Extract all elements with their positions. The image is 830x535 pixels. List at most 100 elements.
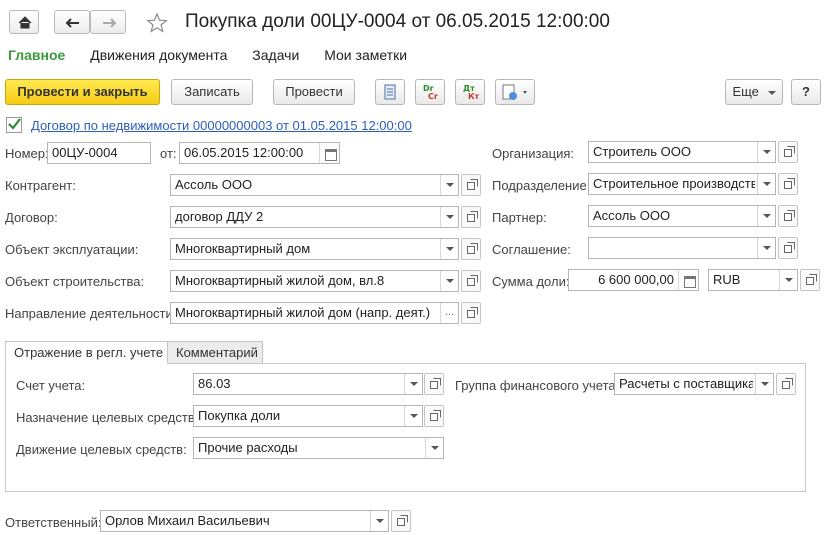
more-button-label: Еще [732, 84, 759, 99]
movement-field[interactable]: Прочие расходы [193, 437, 444, 459]
checkmark-icon [8, 118, 21, 130]
dropdown-arrow-icon[interactable] [440, 239, 458, 259]
dr-cr-button[interactable]: Dr Cr [415, 79, 445, 105]
create-based-on-button[interactable] [495, 79, 535, 105]
open-partner-icon[interactable] [778, 205, 798, 227]
open-fin-group-icon[interactable] [776, 373, 796, 395]
construction-object-label: Объект строительства: [5, 274, 145, 289]
open-operation-object-icon[interactable] [461, 238, 481, 260]
post-button[interactable]: Провести [273, 79, 355, 105]
dropdown-arrow-icon[interactable] [404, 374, 422, 394]
fin-group-label: Группа финансового учета: [455, 378, 620, 393]
back-button[interactable] [54, 10, 90, 34]
tab-main[interactable]: Главное [8, 47, 65, 63]
fin-group-field[interactable]: Расчеты с поставщиками [614, 373, 774, 395]
counterparty-label: Контрагент: [5, 178, 76, 193]
account-label: Счет учета: [16, 378, 86, 393]
dt-kt-button[interactable]: Дт Кт [455, 79, 485, 105]
dropdown-arrow-icon[interactable] [779, 270, 797, 290]
dropdown-arrow-icon[interactable] [425, 438, 443, 458]
help-button[interactable]: ? [791, 79, 821, 105]
calculator-icon[interactable] [678, 270, 698, 290]
report-button[interactable] [375, 79, 405, 105]
tab-tasks[interactable]: Задачи [252, 47, 299, 63]
responsible-field[interactable]: Орлов Михаил Васильевич [100, 510, 389, 532]
document-list-icon [384, 84, 396, 100]
forward-button[interactable] [90, 10, 126, 34]
open-organization-icon[interactable] [778, 141, 798, 163]
counterparty-field[interactable]: Ассоль ООО [170, 174, 459, 196]
open-contract-icon[interactable] [461, 206, 481, 228]
organization-field[interactable]: Строитель ООО [588, 141, 776, 163]
based-on-checkbox[interactable] [6, 117, 22, 133]
dropdown-arrow-icon[interactable] [440, 175, 458, 195]
star-icon[interactable] [146, 12, 168, 34]
activity-direction-field[interactable]: Многоквартирный жилой дом (напр. деят.) … [170, 302, 459, 324]
tab-my-notes[interactable]: Мои заметки [324, 47, 407, 63]
dropdown-arrow-icon[interactable] [755, 374, 773, 394]
amount-field[interactable]: 6 600 000,00 [568, 269, 699, 291]
partner-field[interactable]: Ассоль ООО [588, 205, 776, 227]
organization-label: Организация: [492, 146, 575, 161]
operation-object-label: Объект эксплуатации: [5, 242, 139, 257]
department-field[interactable]: Строительное производство [588, 173, 776, 195]
agreement-field[interactable] [588, 237, 776, 259]
dropdown-arrow-icon[interactable] [757, 174, 775, 194]
number-label: Номер: [5, 146, 49, 161]
post-and-close-button[interactable]: Провести и закрыть [5, 79, 160, 105]
svg-text:Cr: Cr [428, 92, 438, 101]
number-field[interactable]: 00ЦУ-0004 [47, 142, 151, 164]
select-dots-icon[interactable]: ... [440, 303, 458, 323]
document-create-icon [502, 84, 527, 100]
date-label: от: [160, 146, 177, 161]
open-department-icon[interactable] [778, 173, 798, 195]
home-button[interactable] [9, 10, 39, 34]
construction-object-field[interactable]: Многоквартирный жилой дом, вл.8 [170, 270, 459, 292]
dropdown-arrow-icon[interactable] [757, 206, 775, 226]
currency-field[interactable]: RUB [708, 269, 798, 291]
activity-direction-label: Направление деятельности: [5, 306, 177, 321]
dropdown-arrow-icon[interactable] [757, 238, 775, 258]
open-activity-direction-icon[interactable] [461, 302, 481, 324]
contract-field[interactable]: договор ДДУ 2 [170, 206, 459, 228]
tab-document-movements[interactable]: Движения документа [90, 47, 227, 63]
save-button[interactable]: Записать [171, 79, 253, 105]
dropdown-arrow-icon[interactable] [440, 271, 458, 291]
partner-label: Партнер: [492, 210, 547, 225]
tab-comment[interactable]: Комментарий [167, 341, 263, 364]
dropdown-arrow-icon[interactable] [757, 142, 775, 162]
open-agreement-icon[interactable] [778, 237, 798, 259]
open-counterparty-icon[interactable] [461, 174, 481, 196]
movement-label: Движение целевых средств: [16, 442, 187, 457]
open-purpose-icon[interactable] [424, 405, 444, 427]
amount-label: Сумма доли: [492, 274, 570, 289]
date-field[interactable]: 06.05.2015 12:00:00 [179, 142, 340, 164]
account-field[interactable]: 86.03 [193, 373, 423, 395]
responsible-label: Ответственный: [5, 515, 102, 530]
calendar-icon[interactable] [319, 143, 339, 163]
section-tabs: Главное Движения документа Задачи Мои за… [8, 47, 428, 63]
purpose-label: Назначение целевых средств: [16, 410, 199, 425]
arrow-right-icon [103, 18, 117, 28]
open-responsible-icon[interactable] [391, 510, 411, 532]
open-currency-icon[interactable] [800, 269, 820, 291]
dt-kt-icon: Дт Кт [463, 84, 480, 101]
arrow-left-icon [65, 18, 79, 28]
dropdown-arrow-icon[interactable] [440, 207, 458, 227]
tab-accounting-reflection[interactable]: Отражение в регл. учете [5, 341, 168, 364]
svg-text:Кт: Кт [468, 92, 480, 101]
operation-object-field[interactable]: Многоквартирный дом [170, 238, 459, 260]
open-construction-object-icon[interactable] [461, 270, 481, 292]
home-icon [18, 16, 32, 29]
dropdown-arrow-icon[interactable] [370, 511, 388, 531]
contract-label: Договор: [5, 210, 58, 225]
department-label: Подразделение: [492, 178, 591, 193]
chevron-down-icon [767, 90, 776, 95]
agreement-label: Соглашение: [492, 242, 571, 257]
based-on-document-link[interactable]: Договор по недвижимости 00000000003 от 0… [31, 118, 412, 133]
purpose-field[interactable]: Покупка доли [193, 405, 423, 427]
open-account-icon[interactable] [424, 373, 444, 395]
more-button[interactable]: Еще [725, 79, 783, 105]
dropdown-arrow-icon[interactable] [404, 406, 422, 426]
dr-cr-icon: Dr Cr [423, 84, 438, 101]
